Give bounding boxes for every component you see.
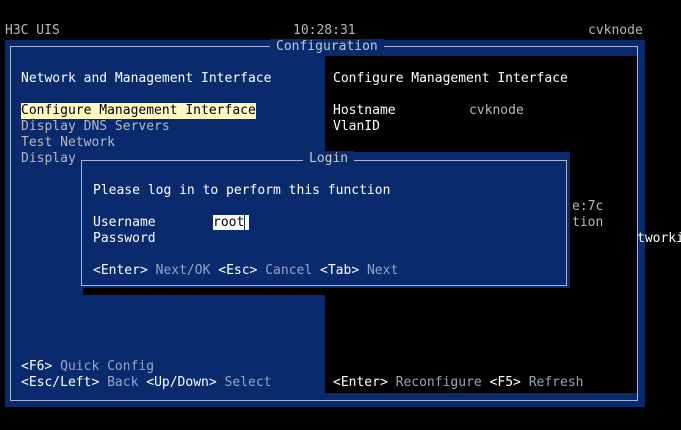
login-dialog-title: Login bbox=[303, 151, 355, 167]
key-enter[interactable]: <Enter> bbox=[93, 263, 148, 278]
right-pane-heading: Configure Management Interface bbox=[333, 71, 568, 86]
action-reconfigure: Reconfigure bbox=[395, 375, 482, 390]
footer-hint-reconfigure-refresh: <Enter> Reconfigure <F5> Refresh bbox=[333, 375, 583, 391]
action-back: Back bbox=[107, 375, 139, 390]
menu-item-display-dns-servers[interactable]: Display DNS Servers bbox=[21, 119, 170, 135]
login-hints: <Enter> Next/OK <Esc> Cancel <Tab> Next bbox=[93, 263, 398, 279]
clock: 10:28:31 bbox=[293, 23, 356, 38]
hostname-label: Hostname bbox=[333, 103, 396, 118]
truncated-text-networking: tworki bbox=[637, 231, 681, 246]
footer-hint-back-select: <Esc/Left> Back <Up/Down> Select bbox=[21, 375, 272, 391]
login-prompt: Please log in to perform this function bbox=[93, 183, 391, 198]
menu-item-test-network[interactable]: Test Network bbox=[21, 135, 115, 151]
username-value: root bbox=[213, 215, 245, 230]
key-f6: <F6> bbox=[21, 359, 53, 374]
vlan-id-label: VlanID bbox=[333, 119, 380, 134]
text-cursor bbox=[245, 215, 250, 230]
key-esc[interactable]: <Esc> bbox=[218, 263, 257, 278]
action-next-ok: Next/OK bbox=[155, 263, 211, 278]
product-name: H3C UIS bbox=[5, 23, 60, 38]
truncated-text-mac: e:7c bbox=[572, 199, 604, 214]
window-title: Configuration bbox=[270, 39, 384, 55]
action-next: Next bbox=[366, 263, 399, 278]
key-f5: <F5> bbox=[489, 375, 521, 390]
footer-hint-quick-config: <F6> Quick Config bbox=[21, 359, 154, 375]
menu-item-display[interactable]: Display bbox=[21, 151, 76, 167]
menu-item-configure-management-interface[interactable]: Configure Management Interface bbox=[21, 103, 256, 119]
key-tab[interactable]: <Tab> bbox=[320, 263, 359, 278]
hostname-value: cvknode bbox=[469, 103, 524, 118]
password-label: Password bbox=[93, 231, 156, 246]
password-input[interactable] bbox=[213, 231, 413, 247]
action-select: Select bbox=[224, 375, 272, 390]
username-input[interactable]: root bbox=[213, 215, 250, 231]
key-up-down: <Up/Down> bbox=[146, 375, 217, 390]
key-enter: <Enter> bbox=[333, 375, 388, 390]
username-label: Username bbox=[93, 215, 156, 230]
key-esc-left: <Esc/Left> bbox=[21, 375, 100, 390]
left-pane-heading: Network and Management Interface bbox=[21, 71, 272, 86]
host-name: cvknode bbox=[588, 23, 643, 38]
action-cancel: Cancel bbox=[265, 263, 313, 278]
action-refresh: Refresh bbox=[528, 375, 584, 390]
action-quick-config: Quick Config bbox=[60, 359, 155, 374]
truncated-text-tion: tion bbox=[572, 215, 604, 230]
